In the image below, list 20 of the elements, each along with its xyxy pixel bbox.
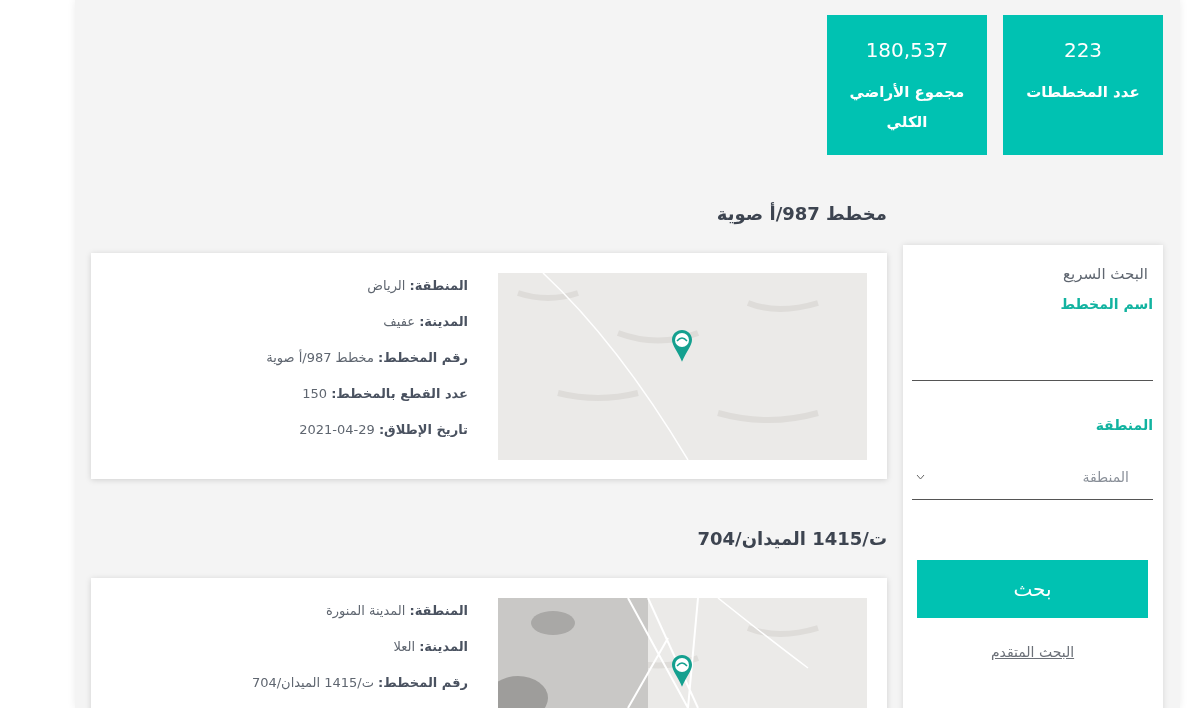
plan-title[interactable]: ت/1415 الميدان/704 — [697, 525, 887, 553]
field-label: اسم المخطط — [1060, 294, 1153, 314]
stat-value: 223 — [1063, 37, 1103, 64]
plan-detail: المنطقة: الرياض — [366, 277, 468, 296]
stat-value: 180,537 — [865, 37, 949, 64]
panel-title: البحث السريع — [1063, 264, 1148, 285]
plan-detail: رقم المخطط: ت/1415 الميدان/704 — [251, 674, 468, 692]
plan-detail: رقم المخطط: مخطط 987/أ صوية — [266, 348, 468, 368]
plan-detail: المدينة: العلا — [392, 638, 468, 656]
plan-detail: المدينة: عفيف — [382, 313, 468, 331]
field-label: المنطقة — [1095, 415, 1153, 435]
plan-detail: المنطقة: المدينة المنورة — [325, 602, 468, 621]
advanced-search-link[interactable]: البحث المتقدم — [990, 641, 1075, 663]
stat-label: عدد المخططات — [1026, 82, 1140, 103]
stat-label: مجموع الأراضي الكلي — [848, 82, 966, 133]
map-pin-icon — [671, 654, 694, 689]
plan-title[interactable]: مخطط 987/أ صوية — [716, 200, 887, 228]
plan-card[interactable]: المنطقة: المدينة المنورة المدينة: العلا رقم المخطط: ت/1415 الميدان/704 — [91, 578, 887, 708]
chevron-down-icon — [916, 474, 925, 480]
map-pin-icon — [671, 329, 694, 364]
